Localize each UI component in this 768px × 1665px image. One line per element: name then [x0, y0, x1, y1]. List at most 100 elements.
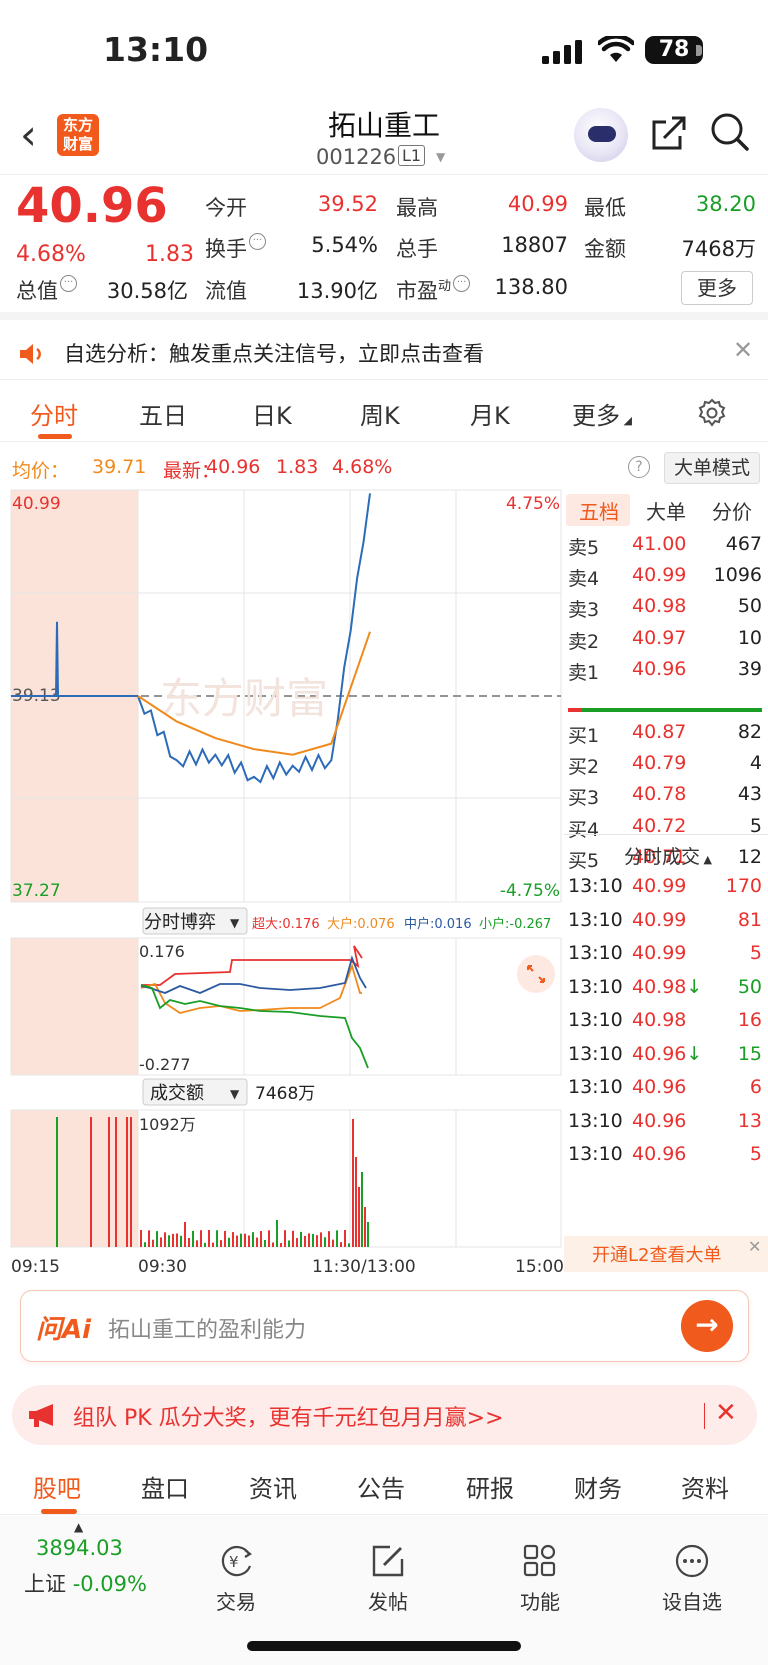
volume-bar [280, 1242, 282, 1247]
tab-level5[interactable]: 五档 [579, 496, 619, 525]
nav-add-watchlist[interactable]: 设自选 [642, 1544, 742, 1615]
nav-post[interactable]: 发帖 [338, 1544, 438, 1615]
close-icon[interactable]: ✕ [748, 1237, 761, 1256]
trade-time: 13:10 [568, 975, 623, 998]
close-icon[interactable]: ✕ [733, 336, 753, 364]
tab-finance[interactable]: 财务 [574, 1469, 622, 1504]
avg-value: 39.71 [92, 456, 147, 478]
tab-research[interactable]: 研报 [466, 1469, 514, 1504]
tab-profile[interactable]: 资料 [681, 1469, 729, 1504]
pct-bot-label: -4.75% [500, 881, 560, 901]
volume-bar [196, 1240, 198, 1247]
trades-header[interactable]: 分时成交 ▲ [624, 842, 712, 869]
volume-bar [348, 1243, 350, 1247]
info-icon[interactable]: ··· [249, 233, 266, 250]
buy-row[interactable]: 买3 40.78 43 [564, 783, 762, 816]
sell-row[interactable]: 卖1 40.96 39 [564, 658, 762, 691]
info-icon[interactable]: ··· [453, 275, 471, 292]
sell-row[interactable]: 卖2 40.97 10 [564, 627, 762, 660]
sell-row[interactable]: 卖3 40.98 50 [564, 595, 762, 628]
avg-label: 均价： [12, 460, 70, 482]
volume-bar [324, 1237, 326, 1247]
big-order-mode-button[interactable]: 大单模式 [664, 452, 760, 484]
tab-5day[interactable]: 五日 [139, 396, 187, 431]
volume-bar [244, 1233, 246, 1247]
legend-super: 超大:0.176 [252, 917, 320, 932]
trade-row: 13:10 40.99 170 [564, 875, 762, 908]
tab-weekly-k[interactable]: 周K [360, 396, 400, 431]
volume-bar [168, 1235, 170, 1247]
share-icon[interactable] [650, 114, 688, 152]
nav-post-label: 发帖 [368, 1590, 408, 1614]
settings-icon[interactable] [697, 398, 727, 428]
volume-bar [192, 1230, 194, 1247]
index-row[interactable]: 上证 -0.09% [24, 1568, 147, 1598]
buy-row[interactable]: 买2 40.79 4 [564, 752, 762, 785]
megaphone-icon [29, 1404, 53, 1427]
tab-intraday[interactable]: 分时 [30, 396, 78, 431]
volume-bar [208, 1230, 210, 1247]
index-percent: -0.09% [72, 1572, 147, 1596]
more-dots-icon [675, 1544, 709, 1578]
sell-row[interactable]: 卖4 40.99 1096 [564, 564, 762, 597]
expand-button[interactable] [517, 955, 555, 993]
level-badge[interactable]: L1 [398, 145, 426, 166]
tab-pankou[interactable]: 盘口 [141, 1469, 189, 1504]
chevron-down-icon[interactable]: ▼ [436, 150, 445, 164]
nav-functions[interactable]: 功能 [490, 1544, 590, 1615]
buy-row[interactable]: 买1 40.87 82 [564, 721, 762, 754]
tab-more[interactable]: 更多 ◢ [572, 396, 632, 431]
nav-trade[interactable]: ¥ 交易 [186, 1544, 286, 1615]
volume-bar [56, 1117, 58, 1247]
tab-big-orders[interactable]: 大单 [646, 496, 686, 525]
volume-bar [160, 1237, 162, 1247]
tab-daily-k[interactable]: 日K [252, 396, 292, 431]
stock-code[interactable]: 001226 [316, 145, 396, 169]
sell-volume: 1096 [713, 564, 762, 587]
trade-price: 40.99 [632, 908, 687, 931]
volume-bar [300, 1231, 302, 1247]
battery-icon: 78 [645, 36, 703, 64]
amount-label: 成交额 [150, 1083, 204, 1104]
tab-news[interactable]: 资讯 [249, 1469, 297, 1504]
buy-label: 买1 [568, 725, 600, 747]
sell-label: 卖2 [568, 630, 600, 653]
mcap-label: 总值 ··· [16, 275, 77, 305]
mid-line [140, 955, 367, 994]
legend-small: 小户:-0.267 [479, 916, 551, 932]
index-value[interactable]: 3894.03 [36, 1536, 123, 1560]
sell-label: 卖5 [568, 537, 600, 559]
sell-label: 卖3 [568, 599, 600, 622]
tab-monthly-k[interactable]: 月K [470, 396, 510, 431]
intraday-chart[interactable]: 东方财富 40.99 39.13 37.27 4.75% -4.75% 分时博弈… [0, 488, 564, 1278]
close-icon[interactable]: ✕ [715, 1398, 737, 1428]
x-label-midday: 11:30/13:00 [312, 1257, 416, 1277]
info-icon[interactable]: ··· [60, 275, 77, 292]
sell-row[interactable]: 卖5 41.00 467 [564, 533, 762, 566]
trade-volume: 5 [749, 942, 762, 964]
search-icon[interactable] [710, 112, 750, 152]
tab-guba[interactable]: 股吧 [33, 1469, 81, 1504]
more-button[interactable]: 更多 [681, 271, 753, 305]
trade-price: 40.96 [632, 1076, 687, 1098]
amount-max-label: 1092万 [139, 1115, 196, 1134]
tab-announcements[interactable]: 公告 [357, 1469, 405, 1504]
legend-mid: 中户:0.016 [404, 916, 472, 932]
help-icon[interactable]: ? [628, 456, 650, 478]
volume-bar [184, 1221, 186, 1247]
quote-panel: 40.96 4.68% 1.83 今开 39.52 最高 40.99 最低 38… [0, 176, 768, 320]
buy-volume: 43 [737, 783, 762, 806]
sell-label: 卖4 [568, 568, 600, 591]
change-percent: 4.68% [16, 242, 86, 267]
volume-bar [316, 1235, 318, 1247]
arrow-right-icon[interactable]: → [681, 1300, 733, 1352]
trade-row: 13:10 40.98↓ 50 [564, 976, 762, 1009]
trade-row: 13:10 40.96↓ 15 [564, 1043, 762, 1076]
volume-bar [256, 1237, 258, 1247]
sell-volume: 467 [725, 533, 762, 555]
volume-bar [164, 1232, 166, 1247]
volume-bar [268, 1230, 270, 1247]
notice-bar[interactable]: 自选分析：触发重点关注信号，立即点击查看 ✕ [0, 328, 768, 380]
tab-price-dist[interactable]: 分价 [712, 496, 752, 525]
volume-bar [152, 1239, 154, 1247]
